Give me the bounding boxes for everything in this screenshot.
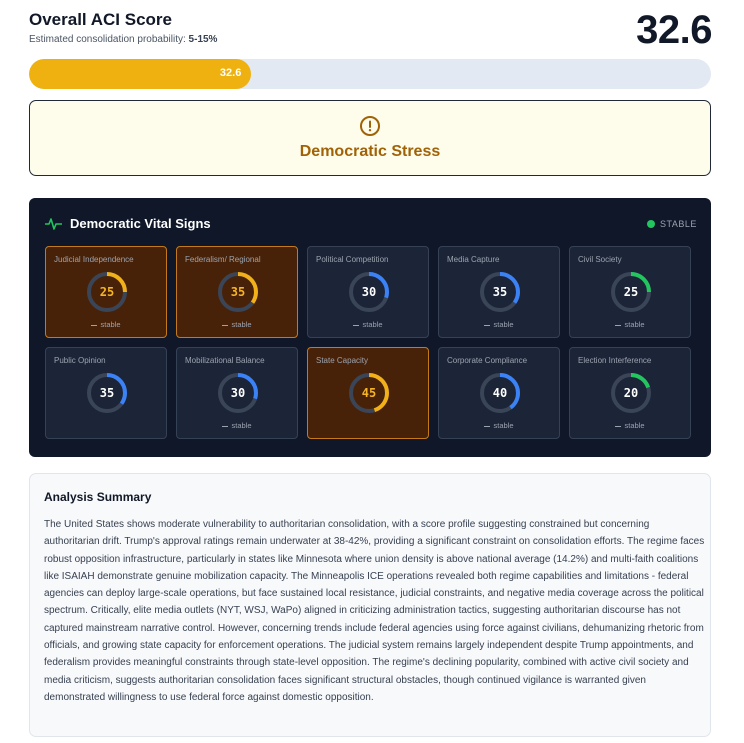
vital-card-value: 25 <box>623 285 639 299</box>
vital-card[interactable]: Civil Society 25 stable <box>569 246 691 338</box>
vital-card-label: Political Competition <box>316 255 389 264</box>
vital-card-label: Federalism/ Regional <box>185 255 261 264</box>
vital-card[interactable]: Election Interference 20 stable <box>569 347 691 439</box>
vital-card[interactable]: Mobilizational Balance 30 stable <box>176 347 298 439</box>
vital-card[interactable]: Federalism/ Regional 35 stable <box>176 246 298 338</box>
vital-card-value: 35 <box>230 285 246 299</box>
vital-card-value: 35 <box>99 386 115 400</box>
vital-card-trend: stable <box>439 421 559 430</box>
score-progress-fill: 32.6 <box>29 59 252 89</box>
vital-card-label: Corporate Compliance <box>447 356 528 365</box>
vital-card-label: Public Opinion <box>54 356 106 365</box>
trend-dash-icon <box>353 324 360 326</box>
trend-label: stable <box>362 320 383 329</box>
trend-label: stable <box>624 421 645 430</box>
vital-card-label: Election Interference <box>578 356 652 365</box>
trend-dash-icon <box>222 425 229 427</box>
trend-dash-icon <box>615 324 622 326</box>
score-progress-bar: 32.6 <box>29 59 711 89</box>
vital-signs-panel: Democratic Vital Signs STABLE Judicial I… <box>29 198 711 457</box>
summary-body: The United States shows moderate vulnera… <box>44 519 705 703</box>
vital-card-trend: stable <box>570 320 690 329</box>
vital-card[interactable]: State Capacity 45 <box>307 347 429 439</box>
trend-label: stable <box>100 320 121 329</box>
vital-card[interactable]: Judicial Independence 25 stable <box>45 246 167 338</box>
vital-signs-title: Democratic Vital Signs <box>70 216 211 231</box>
page-title: Overall ACI Score <box>29 10 172 29</box>
vital-card-label: Media Capture <box>447 255 500 264</box>
score-progress-label: 32.6 <box>219 67 242 79</box>
vital-card-value: 25 <box>99 285 115 299</box>
overall-score: 32.6 <box>636 8 712 52</box>
vital-card-label: Civil Society <box>578 255 622 264</box>
alert-text: Democratic Stress <box>299 143 441 160</box>
vital-card-trend: stable <box>177 320 297 329</box>
vital-card-trend: stable <box>570 421 690 430</box>
vital-card-value: 40 <box>492 386 508 400</box>
vital-card-value: 35 <box>492 285 508 299</box>
probability-subtitle: Estimated consolidation probability: 5-1… <box>29 34 217 45</box>
vital-card[interactable]: Public Opinion 35 <box>45 347 167 439</box>
probability-label: Estimated consolidation probability: <box>29 34 186 45</box>
vital-card-value: 20 <box>623 386 639 400</box>
vital-card-trend: stable <box>46 320 166 329</box>
vital-card-trend: stable <box>439 320 559 329</box>
summary-title: Analysis Summary <box>44 490 152 504</box>
status-indicator-dot <box>647 220 655 228</box>
vital-card-trend: stable <box>177 421 297 430</box>
trend-dash-icon <box>484 324 491 326</box>
trend-dash-icon <box>222 324 229 326</box>
alert-circle-icon <box>360 116 380 136</box>
vital-card-value: 45 <box>361 386 377 400</box>
vital-card-label: State Capacity <box>316 356 369 365</box>
trend-dash-icon <box>615 425 622 427</box>
trend-label: stable <box>493 320 514 329</box>
trend-label: stable <box>231 320 252 329</box>
vital-card[interactable]: Corporate Compliance 40 stable <box>438 347 560 439</box>
activity-pulse-icon <box>45 218 62 230</box>
vital-card[interactable]: Media Capture 35 stable <box>438 246 560 338</box>
probability-value: 5-15% <box>188 34 218 45</box>
status-label: STABLE <box>660 219 697 229</box>
trend-label: stable <box>231 421 252 430</box>
trend-label: stable <box>624 320 645 329</box>
status-alert: Democratic Stress <box>29 100 711 176</box>
vital-card-value: 30 <box>230 386 246 400</box>
vital-card[interactable]: Political Competition 30 stable <box>307 246 429 338</box>
trend-dash-icon <box>91 324 98 326</box>
vital-card-trend: stable <box>308 320 428 329</box>
vital-card-label: Judicial Independence <box>54 255 134 264</box>
score-header: Overall ACI Score Estimated consolidatio… <box>29 8 712 52</box>
vital-card-label: Mobilizational Balance <box>185 356 265 365</box>
analysis-summary: Analysis Summary The United States shows… <box>29 473 711 737</box>
trend-label: stable <box>493 421 514 430</box>
vital-card-value: 30 <box>361 285 377 299</box>
trend-dash-icon <box>484 425 491 427</box>
